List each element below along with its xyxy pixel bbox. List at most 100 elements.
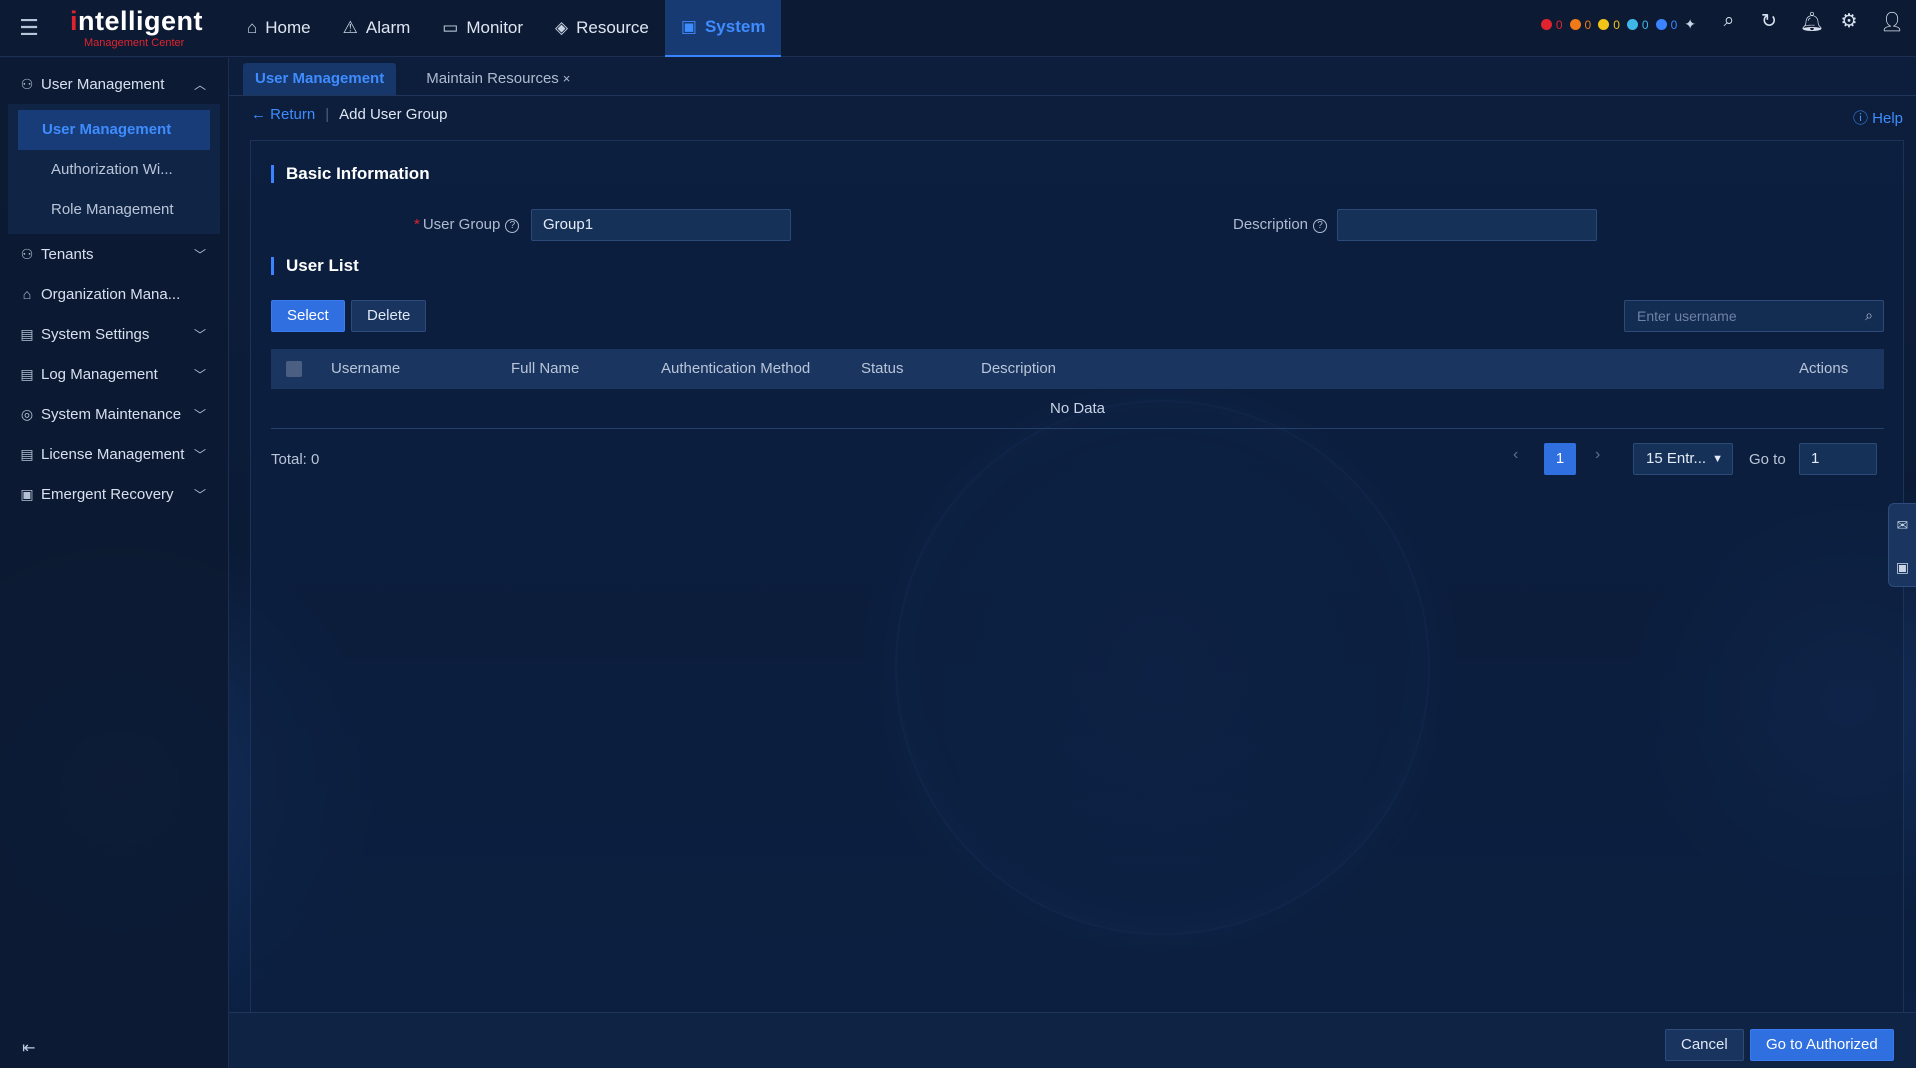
sidebar-group-label: Organization Mana... (41, 285, 181, 303)
help-link[interactable]: ⓘ Help (1853, 107, 1903, 128)
tab-maintain-resources[interactable]: Maintain Resources × (414, 63, 582, 95)
tenant-icon: ⚇ (20, 245, 34, 262)
sidebar-item-authorization[interactable]: Authorization Wi... (18, 150, 210, 190)
alarm-status-counts[interactable]: 0 0 0 0 0 ✦ (1540, 16, 1696, 33)
mail-icon[interactable]: ✉ (1889, 504, 1916, 546)
settings-icon: ▤ (20, 325, 34, 342)
sidebar-group-organization[interactable]: ⌂ Organization Mana... (0, 274, 228, 314)
home-icon: ⌂ (247, 18, 258, 37)
chevron-right-icon[interactable]: › (1595, 446, 1600, 464)
basic-information-title: Basic Information (271, 165, 430, 183)
nav-alarm[interactable]: ⚠ Alarm (327, 0, 427, 57)
goto-page-input[interactable]: 1 (1799, 443, 1877, 475)
empty-table-message: No Data (271, 389, 1884, 429)
menu-icon[interactable]: ☰ (0, 0, 58, 57)
main-panel: Basic Information * User Group? Group1 De… (250, 140, 1904, 1013)
sidebar-group-log-management[interactable]: ▤ Log Management ﹀ (0, 354, 228, 394)
chevron-down-icon: ﹀ (193, 367, 206, 382)
chevron-down-icon: ﹀ (193, 247, 206, 262)
alarm-sound-icon[interactable]: ✦ (1684, 16, 1696, 33)
nav-system[interactable]: ▣ System (664, 0, 782, 57)
column-full-name: Full Name (511, 360, 580, 377)
chevron-down-icon: ▼ (1712, 453, 1723, 465)
total-count: Total: 0 (271, 451, 320, 468)
go-to-authorized-button[interactable]: Go to Authorized (1750, 1029, 1894, 1061)
warning-alarm-dot (1626, 19, 1638, 30)
help-icon: ⓘ (1852, 110, 1873, 127)
sidebar-item-role-management[interactable]: Role Management (18, 190, 210, 230)
page-number-current[interactable]: 1 (1544, 443, 1576, 475)
close-icon[interactable]: × (563, 71, 571, 86)
sidebar-group-label: Log Management (41, 365, 158, 383)
question-icon[interactable]: ? (1313, 219, 1328, 233)
nav-monitor[interactable]: ▭ Monitor (426, 0, 539, 57)
nav-resource[interactable]: ◈ Resource (539, 0, 665, 57)
nav-label: System (704, 17, 766, 36)
sidebar-group-emergent-recovery[interactable]: ▣ Emergent Recovery ﹀ (0, 474, 228, 514)
critical-alarm-count: 0 (1555, 17, 1563, 32)
search-icon[interactable]: ⌕ (1720, 10, 1738, 34)
table-header: Username Full Name Authentication Method… (271, 349, 1884, 389)
minor-alarm-count: 0 (1613, 17, 1620, 32)
search-icon[interactable]: ⌕ (1865, 307, 1873, 324)
nav-home[interactable]: ⌂ Home (231, 0, 327, 57)
license-icon: ▤ (20, 445, 34, 462)
search-placeholder: Enter username (1637, 308, 1737, 324)
recovery-icon: ▣ (20, 485, 34, 502)
sidebar-group-tenants[interactable]: ⚇ Tenants ﹀ (0, 234, 228, 274)
organization-icon: ⌂ (22, 286, 32, 302)
sidebar-group-label: Emergent Recovery (41, 485, 174, 503)
arrow-left-icon: ← (251, 106, 271, 123)
column-auth-method: Authentication Method (661, 360, 811, 377)
sidebar-group-system-maintenance[interactable]: ◎ System Maintenance ﹀ (0, 394, 228, 434)
nav-label: Monitor (466, 18, 524, 37)
chevron-up-icon: ︿ (193, 77, 206, 92)
return-label: Return (270, 106, 316, 123)
monitor-icon: ▭ (442, 18, 459, 37)
brand-name: ntelligent (78, 5, 204, 36)
sidebar-group-system-settings[interactable]: ▤ System Settings ﹀ (0, 314, 228, 354)
sidebar-group-label: System Maintenance (41, 405, 182, 423)
cancel-button[interactable]: Cancel (1665, 1029, 1744, 1061)
chevron-left-icon[interactable]: ‹ (1513, 446, 1518, 464)
info-alarm-dot (1655, 19, 1667, 30)
sidebar-item-user-management[interactable]: User Management (18, 110, 210, 150)
user-icon[interactable]: 👤︎ (1880, 10, 1904, 34)
sidebar-submenu: User Management Authorization Wi... Role… (8, 104, 220, 234)
log-icon: ▤ (20, 365, 34, 382)
warning-icon: ⚠ (342, 18, 358, 37)
description-label-text: Description (1233, 216, 1309, 233)
brand-prefix: i (70, 5, 79, 36)
question-icon[interactable]: ? (505, 219, 520, 233)
refresh-icon[interactable]: ↻ (1760, 10, 1778, 34)
delete-button[interactable]: Delete (351, 300, 427, 332)
column-status: Status (861, 360, 904, 377)
tab-label: Maintain Resources (426, 70, 559, 87)
collapse-sidebar-icon[interactable]: ⇤ (22, 1038, 35, 1058)
system-icon: ▣ (680, 17, 697, 36)
select-button[interactable]: Select (271, 300, 345, 332)
bell-icon[interactable]: 🔔︎ (1800, 10, 1824, 34)
description-label: Description? (1233, 216, 1328, 233)
chevron-down-icon: ﹀ (193, 487, 206, 502)
warning-alarm-count: 0 (1641, 17, 1649, 32)
tab-user-management[interactable]: User Management (243, 63, 397, 95)
sidebar-group-license-management[interactable]: ▤ License Management ﹀ (0, 434, 228, 474)
sidebar-group-label: System Settings (41, 325, 150, 343)
return-link[interactable]: ← Return (251, 106, 315, 123)
sidebar-group-user-management[interactable]: ⚇ User Management ︿ (0, 64, 228, 104)
description-input[interactable] (1337, 209, 1597, 241)
message-icon[interactable]: ▣ (1889, 546, 1916, 588)
chevron-down-icon: ﹀ (193, 447, 206, 462)
select-all-checkbox[interactable] (286, 361, 302, 377)
sidebar: ⚇ User Management ︿ User Management Auth… (0, 58, 229, 1068)
gear-icon[interactable]: ⚙ (1840, 10, 1858, 34)
minor-alarm-dot (1598, 19, 1610, 30)
page-size-value: 15 Entr... (1646, 450, 1707, 467)
brand-subtitle: Management Center (84, 36, 185, 49)
username-search[interactable]: Enter username ⌕ (1624, 300, 1884, 332)
page-size-select[interactable]: 15 Entr... ▼ (1633, 443, 1733, 475)
column-description: Description (981, 360, 1057, 377)
user-group-input[interactable]: Group1 (531, 209, 791, 241)
floating-toolbar: ✉ ▣ (1888, 503, 1916, 587)
